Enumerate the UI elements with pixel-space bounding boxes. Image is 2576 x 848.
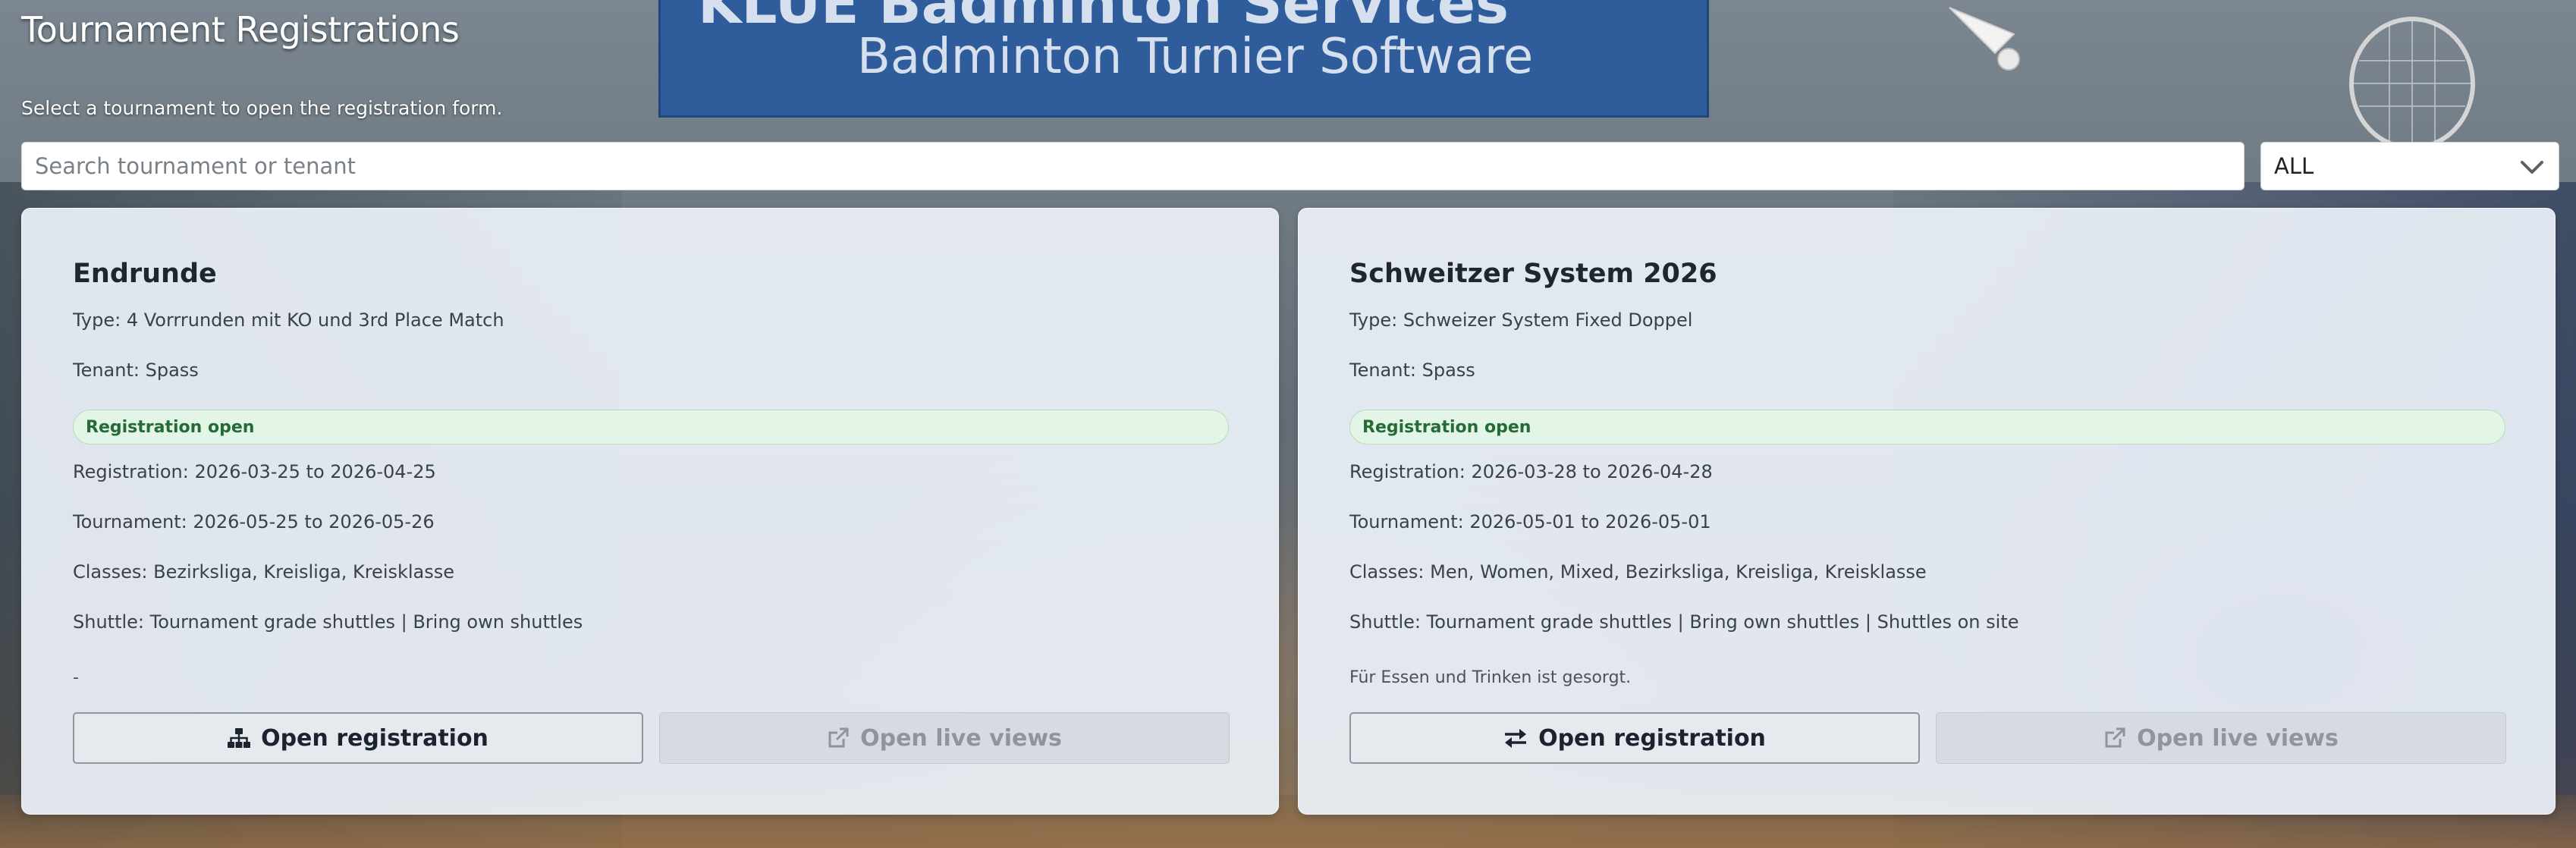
registration-period: Registration: 2026-03-25 to 2026-04-25	[73, 461, 436, 482]
tournament-note: -	[73, 668, 79, 687]
status-badge: Registration open	[1349, 410, 2505, 444]
tournament-tenant: Tenant: Spass	[1349, 360, 1475, 381]
tournament-name: Endrunde	[73, 259, 217, 289]
open-live-views-button[interactable]: Open live views	[659, 712, 1230, 764]
page-subtitle: Select a tournament to open the registra…	[21, 97, 503, 119]
tournament-period: Tournament: 2026-05-01 to 2026-05-01	[1349, 511, 1711, 532]
tournament-name: Schweitzer System 2026	[1349, 259, 1717, 289]
open-live-views-button[interactable]: Open live views	[1936, 712, 2506, 764]
chevron-down-icon	[2521, 161, 2543, 174]
tournament-type: Type: 4 Vorrrunden mit KO und 3rd Place …	[73, 309, 504, 331]
external-link-icon	[2105, 727, 2125, 748]
tournament-period: Tournament: 2026-05-25 to 2026-05-26	[73, 511, 435, 532]
tournament-classes: Classes: Bezirksliga, Kreisliga, Kreiskl…	[73, 561, 455, 583]
page-title: Tournament Registrations	[21, 9, 460, 50]
tournament-classes: Classes: Men, Women, Mixed, Bezirksliga,…	[1349, 561, 1927, 583]
registrations-page: Tournament Registrations Select a tourna…	[0, 0, 2576, 848]
tournament-card: Endrunde Type: 4 Vorrrunden mit KO und 3…	[21, 208, 1279, 815]
tournament-shuttle: Shuttle: Tournament grade shuttles | Bri…	[73, 611, 583, 633]
open-live-views-label: Open live views	[2137, 724, 2339, 752]
open-registration-button[interactable]: Open registration	[73, 712, 643, 764]
tenant-select-value: ALL	[2274, 153, 2314, 179]
tenant-select[interactable]: ALL	[2260, 142, 2559, 190]
open-registration-button[interactable]: Open registration	[1349, 712, 1920, 764]
tournament-card: Schweitzer System 2026 Type: Schweizer S…	[1298, 208, 2556, 815]
open-live-views-label: Open live views	[860, 724, 1062, 752]
open-registration-label: Open registration	[1538, 724, 1766, 752]
open-registration-label: Open registration	[261, 724, 488, 752]
tournament-note: Für Essen und Trinken ist gesorgt.	[1349, 668, 1632, 687]
tournament-type: Type: Schweizer System Fixed Doppel	[1349, 309, 1693, 331]
search-input[interactable]	[21, 142, 2245, 190]
registration-period: Registration: 2026-03-28 to 2026-04-28	[1349, 461, 1713, 482]
tournament-shuttle: Shuttle: Tournament grade shuttles | Bri…	[1349, 611, 2019, 633]
external-link-icon	[828, 727, 849, 748]
exchange-icon	[1505, 729, 1527, 748]
status-badge: Registration open	[73, 410, 1229, 444]
tournament-tenant: Tenant: Spass	[73, 360, 199, 381]
sitemap-icon	[228, 728, 251, 748]
